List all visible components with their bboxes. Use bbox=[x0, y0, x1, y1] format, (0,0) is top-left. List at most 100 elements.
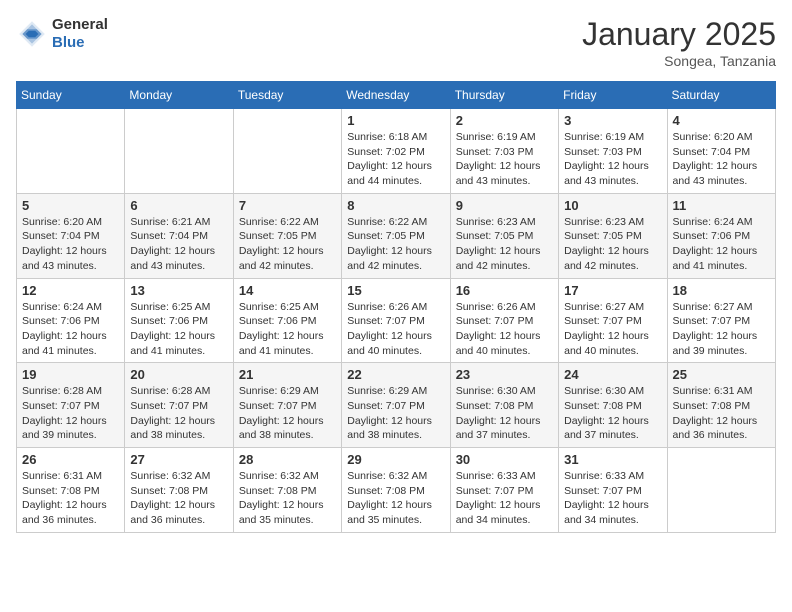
calendar-cell: 10 Sunrise: 6:23 AM Sunset: 7:05 PM Dayli… bbox=[559, 193, 667, 278]
day-info: Sunrise: 6:25 AM Sunset: 7:06 PM Dayligh… bbox=[130, 300, 227, 359]
calendar-cell: 9Sunrise: 6:23 AM Sunset: 7:05 PM Daylig… bbox=[450, 193, 558, 278]
calendar-cell: 12 Sunrise: 6:24 AM Sunset: 7:06 PM Dayli… bbox=[17, 278, 125, 363]
day-info: Sunrise: 6:21 AM Sunset: 7:04 PM Dayligh… bbox=[130, 215, 227, 274]
calendar-cell bbox=[17, 109, 125, 194]
calendar-cell: 7 Sunrise: 6:22 AM Sunset: 7:05 PM Daylig… bbox=[233, 193, 341, 278]
calendar-header: Sunday Monday Tuesday Wednesday Thursday… bbox=[17, 82, 776, 109]
day-info: Sunrise: 6:31 AM Sunset: 7:08 PM Dayligh… bbox=[22, 469, 119, 528]
calendar-cell: 19 Sunrise: 6:28 AM Sunset: 7:07 PM Dayli… bbox=[17, 363, 125, 448]
calendar-cell: 22 Sunrise: 6:29 AM Sunset: 7:07 PM Dayli… bbox=[342, 363, 450, 448]
logo-blue: Blue bbox=[52, 34, 108, 52]
calendar-cell: 18 Sunrise: 6:27 AM Sunset: 7:07 PM Dayli… bbox=[667, 278, 775, 363]
day-info: Sunrise: 6:27 AM Sunset: 7:07 PM Dayligh… bbox=[673, 300, 770, 359]
day-number: 31 bbox=[564, 452, 661, 467]
logo-text: General Blue bbox=[52, 16, 108, 52]
calendar-cell bbox=[125, 109, 233, 194]
day-number: 18 bbox=[673, 283, 770, 298]
day-number: 6 bbox=[130, 198, 227, 213]
day-number: 12 bbox=[22, 283, 119, 298]
day-info: Sunrise: 6:28 AM Sunset: 7:07 PM Dayligh… bbox=[130, 384, 227, 443]
day-number: 13 bbox=[130, 283, 227, 298]
day-number: 20 bbox=[130, 367, 227, 382]
calendar-cell: 21 Sunrise: 6:29 AM Sunset: 7:07 PM Dayli… bbox=[233, 363, 341, 448]
day-info: Sunrise: 6:30 AM Sunset: 7:08 PM Dayligh… bbox=[456, 384, 553, 443]
calendar-cell: 1Sunrise: 6:18 AM Sunset: 7:02 PM Daylig… bbox=[342, 109, 450, 194]
calendar-cell: 24 Sunrise: 6:30 AM Sunset: 7:08 PM Dayli… bbox=[559, 363, 667, 448]
calendar-cell: 13 Sunrise: 6:25 AM Sunset: 7:06 PM Dayli… bbox=[125, 278, 233, 363]
day-info: Sunrise: 6:31 AM Sunset: 7:08 PM Dayligh… bbox=[673, 384, 770, 443]
calendar-cell: 28Sunrise: 6:32 AM Sunset: 7:08 PM Dayli… bbox=[233, 448, 341, 533]
logo-icon bbox=[16, 18, 48, 50]
day-info: Sunrise: 6:30 AM Sunset: 7:08 PM Dayligh… bbox=[564, 384, 661, 443]
header-saturday: Saturday bbox=[667, 82, 775, 109]
day-number: 16 bbox=[456, 283, 553, 298]
day-info: Sunrise: 6:32 AM Sunset: 7:08 PM Dayligh… bbox=[347, 469, 444, 528]
calendar-table: Sunday Monday Tuesday Wednesday Thursday… bbox=[16, 81, 776, 533]
day-info: Sunrise: 6:32 AM Sunset: 7:08 PM Dayligh… bbox=[130, 469, 227, 528]
calendar-week-4: 19 Sunrise: 6:28 AM Sunset: 7:07 PM Dayli… bbox=[17, 363, 776, 448]
header-row: Sunday Monday Tuesday Wednesday Thursday… bbox=[17, 82, 776, 109]
day-info: Sunrise: 6:25 AM Sunset: 7:06 PM Dayligh… bbox=[239, 300, 336, 359]
day-number: 9 bbox=[456, 198, 553, 213]
calendar-body: 1Sunrise: 6:18 AM Sunset: 7:02 PM Daylig… bbox=[17, 109, 776, 533]
day-info: Sunrise: 6:33 AM Sunset: 7:07 PM Dayligh… bbox=[564, 469, 661, 528]
calendar-cell: 25Sunrise: 6:31 AM Sunset: 7:08 PM Dayli… bbox=[667, 363, 775, 448]
day-number: 21 bbox=[239, 367, 336, 382]
day-number: 17 bbox=[564, 283, 661, 298]
calendar-cell: 30Sunrise: 6:33 AM Sunset: 7:07 PM Dayli… bbox=[450, 448, 558, 533]
day-number: 23 bbox=[456, 367, 553, 382]
header-friday: Friday bbox=[559, 82, 667, 109]
day-info: Sunrise: 6:29 AM Sunset: 7:07 PM Dayligh… bbox=[239, 384, 336, 443]
page-header: General Blue January 2025 Songea, Tanzan… bbox=[16, 16, 776, 69]
header-monday: Monday bbox=[125, 82, 233, 109]
day-info: Sunrise: 6:29 AM Sunset: 7:07 PM Dayligh… bbox=[347, 384, 444, 443]
calendar-cell: 17 Sunrise: 6:27 AM Sunset: 7:07 PM Dayli… bbox=[559, 278, 667, 363]
day-number: 11 bbox=[673, 198, 770, 213]
day-number: 24 bbox=[564, 367, 661, 382]
day-number: 19 bbox=[22, 367, 119, 382]
month-title: January 2025 bbox=[582, 16, 776, 53]
day-info: Sunrise: 6:32 AM Sunset: 7:08 PM Dayligh… bbox=[239, 469, 336, 528]
day-number: 29 bbox=[347, 452, 444, 467]
calendar-cell: 23 Sunrise: 6:30 AM Sunset: 7:08 PM Dayli… bbox=[450, 363, 558, 448]
day-info: Sunrise: 6:28 AM Sunset: 7:07 PM Dayligh… bbox=[22, 384, 119, 443]
day-number: 8 bbox=[347, 198, 444, 213]
day-info: Sunrise: 6:24 AM Sunset: 7:06 PM Dayligh… bbox=[22, 300, 119, 359]
logo: General Blue bbox=[16, 16, 108, 52]
day-number: 2 bbox=[456, 113, 553, 128]
day-number: 7 bbox=[239, 198, 336, 213]
calendar-week-1: 1Sunrise: 6:18 AM Sunset: 7:02 PM Daylig… bbox=[17, 109, 776, 194]
day-info: Sunrise: 6:20 AM Sunset: 7:04 PM Dayligh… bbox=[673, 130, 770, 189]
day-number: 5 bbox=[22, 198, 119, 213]
calendar-cell: 26 Sunrise: 6:31 AM Sunset: 7:08 PM Dayli… bbox=[17, 448, 125, 533]
calendar-cell: 5Sunrise: 6:20 AM Sunset: 7:04 PM Daylig… bbox=[17, 193, 125, 278]
calendar-cell: 14Sunrise: 6:25 AM Sunset: 7:06 PM Dayli… bbox=[233, 278, 341, 363]
calendar-cell: 29 Sunrise: 6:32 AM Sunset: 7:08 PM Dayli… bbox=[342, 448, 450, 533]
day-number: 30 bbox=[456, 452, 553, 467]
day-info: Sunrise: 6:26 AM Sunset: 7:07 PM Dayligh… bbox=[347, 300, 444, 359]
day-number: 15 bbox=[347, 283, 444, 298]
header-sunday: Sunday bbox=[17, 82, 125, 109]
day-info: Sunrise: 6:23 AM Sunset: 7:05 PM Dayligh… bbox=[564, 215, 661, 274]
day-number: 27 bbox=[130, 452, 227, 467]
calendar-cell: 31 Sunrise: 6:33 AM Sunset: 7:07 PM Dayli… bbox=[559, 448, 667, 533]
calendar-cell: 8Sunrise: 6:22 AM Sunset: 7:05 PM Daylig… bbox=[342, 193, 450, 278]
header-thursday: Thursday bbox=[450, 82, 558, 109]
calendar-cell bbox=[667, 448, 775, 533]
day-info: Sunrise: 6:22 AM Sunset: 7:05 PM Dayligh… bbox=[239, 215, 336, 274]
day-number: 10 bbox=[564, 198, 661, 213]
day-number: 3 bbox=[564, 113, 661, 128]
day-number: 22 bbox=[347, 367, 444, 382]
day-number: 26 bbox=[22, 452, 119, 467]
calendar-cell: 6 Sunrise: 6:21 AM Sunset: 7:04 PM Daylig… bbox=[125, 193, 233, 278]
title-block: January 2025 Songea, Tanzania bbox=[582, 16, 776, 69]
day-info: Sunrise: 6:27 AM Sunset: 7:07 PM Dayligh… bbox=[564, 300, 661, 359]
calendar-cell: 3Sunrise: 6:19 AM Sunset: 7:03 PM Daylig… bbox=[559, 109, 667, 194]
calendar-cell: 15 Sunrise: 6:26 AM Sunset: 7:07 PM Dayli… bbox=[342, 278, 450, 363]
calendar-cell: 27 Sunrise: 6:32 AM Sunset: 7:08 PM Dayli… bbox=[125, 448, 233, 533]
header-tuesday: Tuesday bbox=[233, 82, 341, 109]
calendar-week-2: 5Sunrise: 6:20 AM Sunset: 7:04 PM Daylig… bbox=[17, 193, 776, 278]
calendar-cell: 2Sunrise: 6:19 AM Sunset: 7:03 PM Daylig… bbox=[450, 109, 558, 194]
header-wednesday: Wednesday bbox=[342, 82, 450, 109]
day-info: Sunrise: 6:24 AM Sunset: 7:06 PM Dayligh… bbox=[673, 215, 770, 274]
